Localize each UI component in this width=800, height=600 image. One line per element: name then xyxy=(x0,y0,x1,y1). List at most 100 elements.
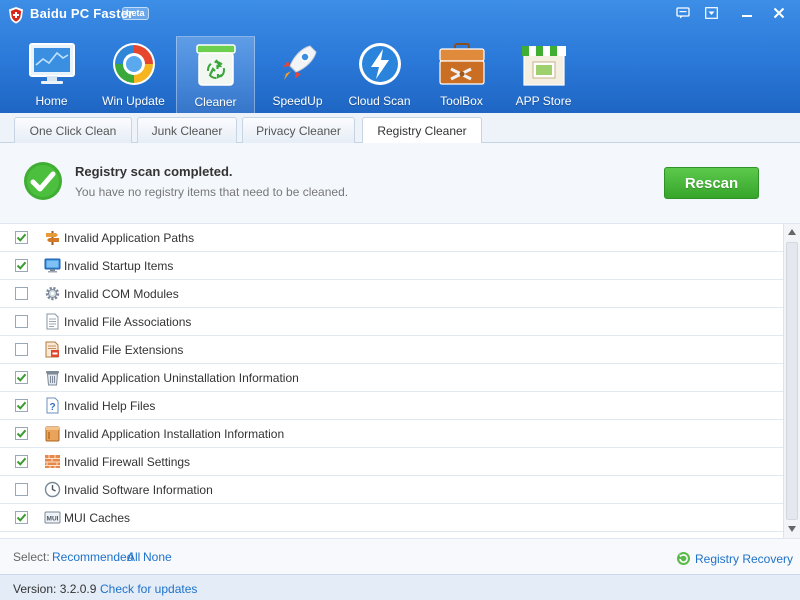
rocket-icon xyxy=(272,40,324,88)
select-none-link[interactable]: None xyxy=(143,550,172,564)
svg-text:MUI: MUI xyxy=(47,516,59,523)
nav-item-home[interactable]: Home xyxy=(12,36,91,113)
scan-status-panel: Registry scan completed. You have no reg… xyxy=(0,143,800,224)
nav-label-app-store: APP Store xyxy=(515,94,572,108)
registry-row[interactable]: Invalid Firewall Settings xyxy=(0,448,783,476)
checkbox-checked[interactable] xyxy=(15,399,28,412)
rescan-button[interactable]: Rescan xyxy=(664,167,759,199)
registry-row[interactable]: Invalid Software Information xyxy=(0,476,783,504)
checkbox-checked[interactable] xyxy=(15,371,28,384)
registry-row-label: Invalid Startup Items xyxy=(64,259,174,273)
home-monitor-icon xyxy=(26,40,78,88)
version-text: Version: 3.2.0.9 xyxy=(13,582,97,596)
checkbox-checked[interactable] xyxy=(15,231,28,244)
tab-registry-cleaner[interactable]: Registry Cleaner xyxy=(362,117,482,144)
mui-icon: MUI xyxy=(44,509,61,526)
close-icon[interactable] xyxy=(770,5,788,21)
file-extension-icon xyxy=(44,341,61,358)
toolbox-icon xyxy=(436,40,488,88)
checkbox-unchecked[interactable] xyxy=(15,287,28,300)
beta-badge: beta xyxy=(122,7,149,20)
signpost-icon xyxy=(44,229,61,246)
registry-row[interactable]: Invalid COM Modules xyxy=(0,280,783,308)
select-label: Select: xyxy=(13,550,50,564)
status-subtitle: You have no registry items that need to … xyxy=(75,185,349,199)
registry-row[interactable]: Invalid Startup Items xyxy=(0,252,783,280)
feedback-icon[interactable] xyxy=(674,5,692,21)
nav-item-speedup[interactable]: SpeedUp xyxy=(258,36,337,113)
nav-label-toolbox: ToolBox xyxy=(440,94,483,108)
registry-row[interactable]: Invalid Application Installation Informa… xyxy=(0,420,783,448)
selection-bar: Select: Recommended All None Registry Re… xyxy=(0,538,800,574)
recycle-bin-icon xyxy=(190,41,242,89)
registry-row-label: Invalid File Associations xyxy=(64,315,192,329)
checkbox-unchecked[interactable] xyxy=(15,343,28,356)
registry-row[interactable]: Invalid Application Uninstallation Infor… xyxy=(0,364,783,392)
app-title: Baidu PC Faster xyxy=(30,6,134,21)
nav-item-cloud-scan[interactable]: Cloud Scan xyxy=(340,36,419,113)
nav-item-win-update[interactable]: Win Update xyxy=(94,36,173,113)
registry-row-label: Invalid Application Uninstallation Infor… xyxy=(64,371,299,385)
lightning-icon xyxy=(354,40,406,88)
baidu-shield-logo-icon xyxy=(9,7,23,24)
registry-row[interactable]: Invalid File Associations xyxy=(0,308,783,336)
registry-recovery-label: Registry Recovery xyxy=(695,551,794,566)
nav-label-home: Home xyxy=(35,94,68,108)
package-icon xyxy=(44,425,61,442)
checkbox-checked[interactable] xyxy=(15,511,28,524)
success-check-icon xyxy=(24,162,62,200)
registry-recovery-link[interactable]: Registry Recovery xyxy=(676,551,793,566)
status-title: Registry scan completed. xyxy=(75,164,233,179)
registry-row-label: Invalid COM Modules xyxy=(64,287,179,301)
registry-row-label: Invalid Application Installation Informa… xyxy=(64,427,285,441)
registry-row[interactable]: MUI MUI Caches xyxy=(0,504,783,532)
select-recommended-link[interactable]: Recommended xyxy=(52,550,133,564)
nav-item-app-store[interactable]: APP Store xyxy=(504,36,583,113)
tab-one-click-clean[interactable]: One Click Clean xyxy=(14,117,132,143)
document-icon xyxy=(44,313,61,330)
nav-label-cleaner: Cleaner xyxy=(194,95,237,109)
sub-tabs: One Click Clean Junk Cleaner Privacy Cle… xyxy=(0,113,800,144)
checkbox-checked[interactable] xyxy=(15,259,28,272)
help-file-icon: ? xyxy=(44,397,61,414)
clock-icon xyxy=(44,481,61,498)
nav-item-toolbox[interactable]: ToolBox xyxy=(422,36,501,113)
list-scrollbar[interactable] xyxy=(783,224,800,538)
registry-item-list: Invalid Application Paths Invalid Startup… xyxy=(0,224,783,538)
select-all-link[interactable]: All xyxy=(127,550,140,564)
checkbox-checked[interactable] xyxy=(15,455,28,468)
scroll-thumb[interactable] xyxy=(786,242,798,520)
registry-row-label: Invalid Firewall Settings xyxy=(64,455,191,469)
app-header: Baidu PC Faster beta Home Win Update Cle… xyxy=(0,0,800,113)
registry-row-label: MUI Caches xyxy=(64,511,131,525)
title-bar[interactable]: Baidu PC Faster beta xyxy=(0,0,800,28)
check-updates-link[interactable]: Check for updates xyxy=(100,582,197,596)
nav-label-win-update: Win Update xyxy=(102,94,165,108)
scroll-up-arrow-icon[interactable] xyxy=(787,227,797,237)
nav-item-cleaner[interactable]: Cleaner xyxy=(176,36,255,113)
checkbox-unchecked[interactable] xyxy=(15,315,28,328)
registry-row[interactable]: ? Invalid Help Files xyxy=(0,392,783,420)
gear-icon xyxy=(44,285,61,302)
status-bar: Version: 3.2.0.9 Check for updates xyxy=(0,574,800,600)
monitor-icon xyxy=(44,257,61,274)
registry-row[interactable]: Invalid Application Paths xyxy=(0,224,783,252)
recovery-icon xyxy=(677,552,690,565)
registry-row-label: Invalid Application Paths xyxy=(64,231,195,245)
store-icon xyxy=(518,40,570,88)
checkbox-checked[interactable] xyxy=(15,427,28,440)
firewall-icon xyxy=(44,453,61,470)
trash-icon xyxy=(44,369,61,386)
nav-label-speedup: SpeedUp xyxy=(272,94,323,108)
minimize-icon[interactable] xyxy=(738,5,756,21)
tab-junk-cleaner[interactable]: Junk Cleaner xyxy=(137,117,237,143)
win-update-icon xyxy=(108,40,160,88)
registry-row-label: Invalid Software Information xyxy=(64,483,213,497)
scroll-down-arrow-icon[interactable] xyxy=(787,524,797,534)
nav-label-cloud-scan: Cloud Scan xyxy=(348,94,411,108)
svg-text:?: ? xyxy=(49,402,55,413)
menu-dropdown-icon[interactable] xyxy=(702,5,720,21)
registry-row[interactable]: Invalid File Extensions xyxy=(0,336,783,364)
tab-privacy-cleaner[interactable]: Privacy Cleaner xyxy=(242,117,355,143)
checkbox-unchecked[interactable] xyxy=(15,483,28,496)
